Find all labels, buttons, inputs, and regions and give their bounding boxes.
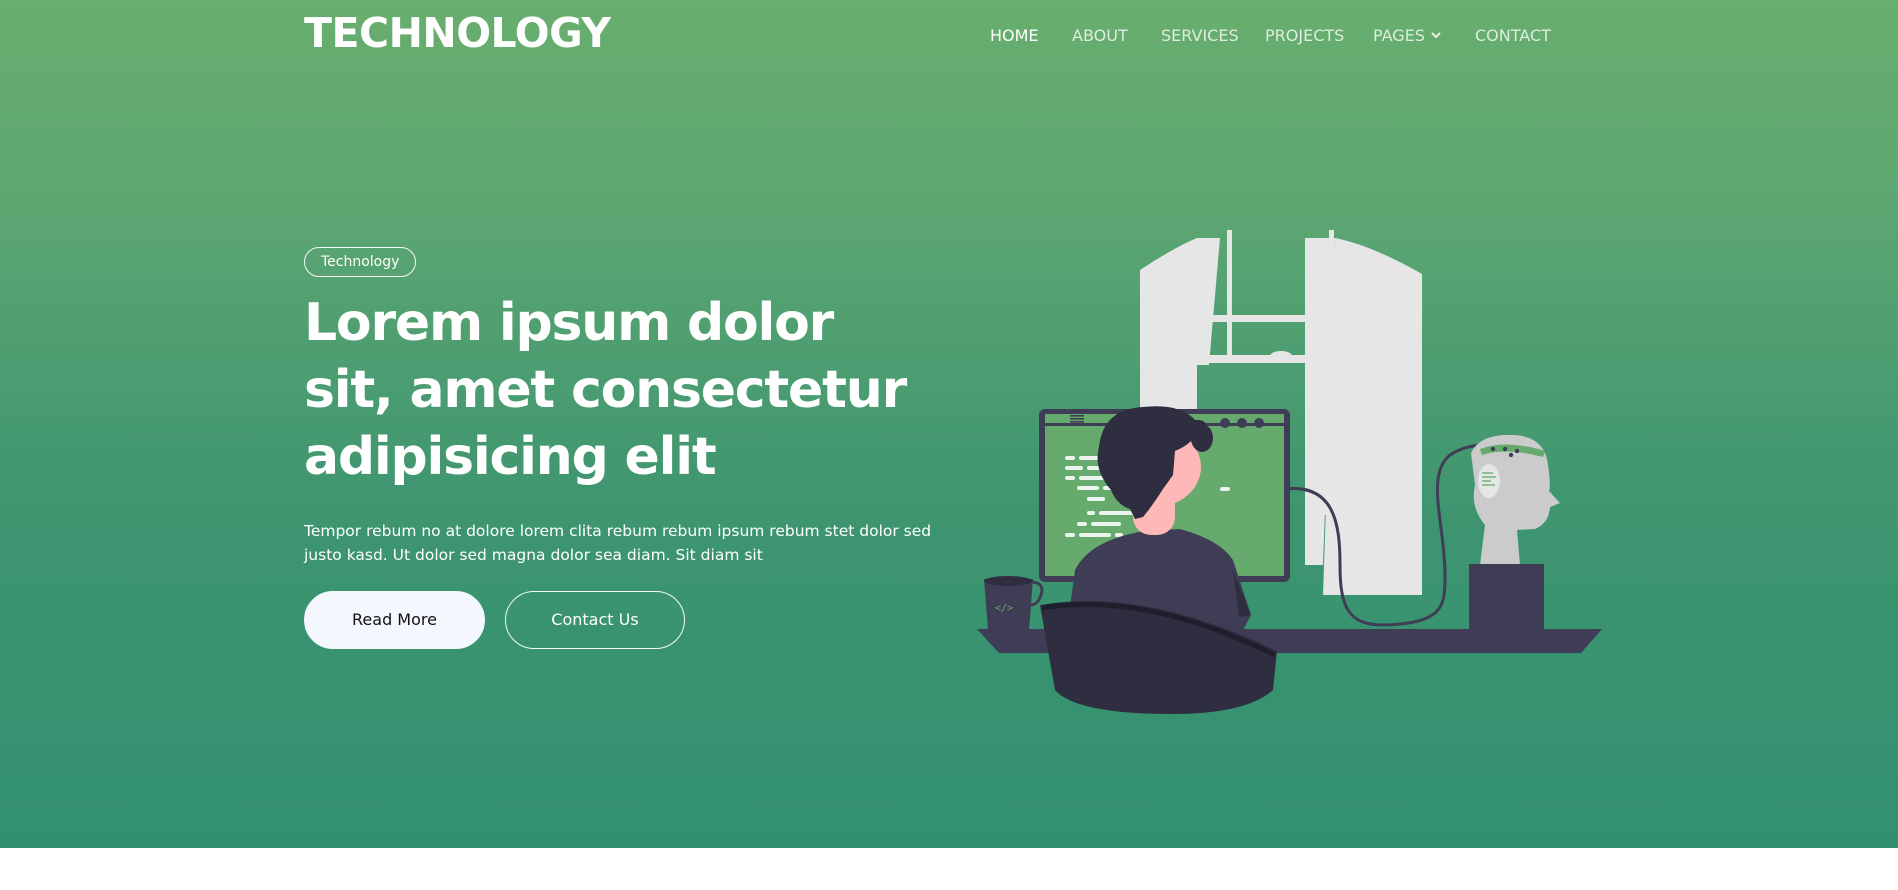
mannequin-head	[1471, 434, 1560, 565]
lead-line: justo kasd. Ut dolor sed magna dolor sea…	[304, 546, 763, 564]
contact-us-button[interactable]: Contact Us	[505, 591, 685, 649]
headline-line: adipisicing elit	[304, 427, 717, 487]
headline-line: sit, amet consectetur	[304, 360, 907, 420]
chevron-down-icon	[1431, 31, 1441, 38]
hero-headline: Lorem ipsum dolor sit, amet consectetur …	[304, 290, 944, 491]
lead-line: Tempor rebum no at dolore lorem clita re…	[304, 522, 932, 540]
person-coding-illustration: </>	[977, 230, 1602, 715]
hero-lead-text: Tempor rebum no at dolore lorem clita re…	[304, 519, 936, 567]
brand-logo[interactable]: TECHNOLOGY	[304, 8, 611, 58]
nav-item-contact[interactable]: CONTACT	[1475, 24, 1551, 48]
nav-item-projects[interactable]: PROJECTS	[1265, 24, 1344, 48]
coffee-mug: </>	[984, 576, 1044, 630]
svg-text:</>: </>	[995, 603, 1013, 614]
hero-section: TECHNOLOGY HOME ABOUT SERVICES PROJECTS …	[0, 0, 1898, 848]
category-tag: Technology	[304, 247, 417, 277]
read-more-button[interactable]: Read More	[304, 591, 485, 649]
nav-item-home[interactable]: HOME	[990, 24, 1039, 48]
headline-line: Lorem ipsum dolor	[304, 293, 834, 353]
pedestal	[1469, 564, 1544, 630]
nav-item-pages-label: PAGES	[1373, 26, 1425, 45]
nav-item-services[interactable]: SERVICES	[1161, 24, 1239, 48]
nav-item-pages[interactable]: PAGES	[1373, 24, 1441, 48]
nav-item-about[interactable]: ABOUT	[1072, 24, 1128, 48]
